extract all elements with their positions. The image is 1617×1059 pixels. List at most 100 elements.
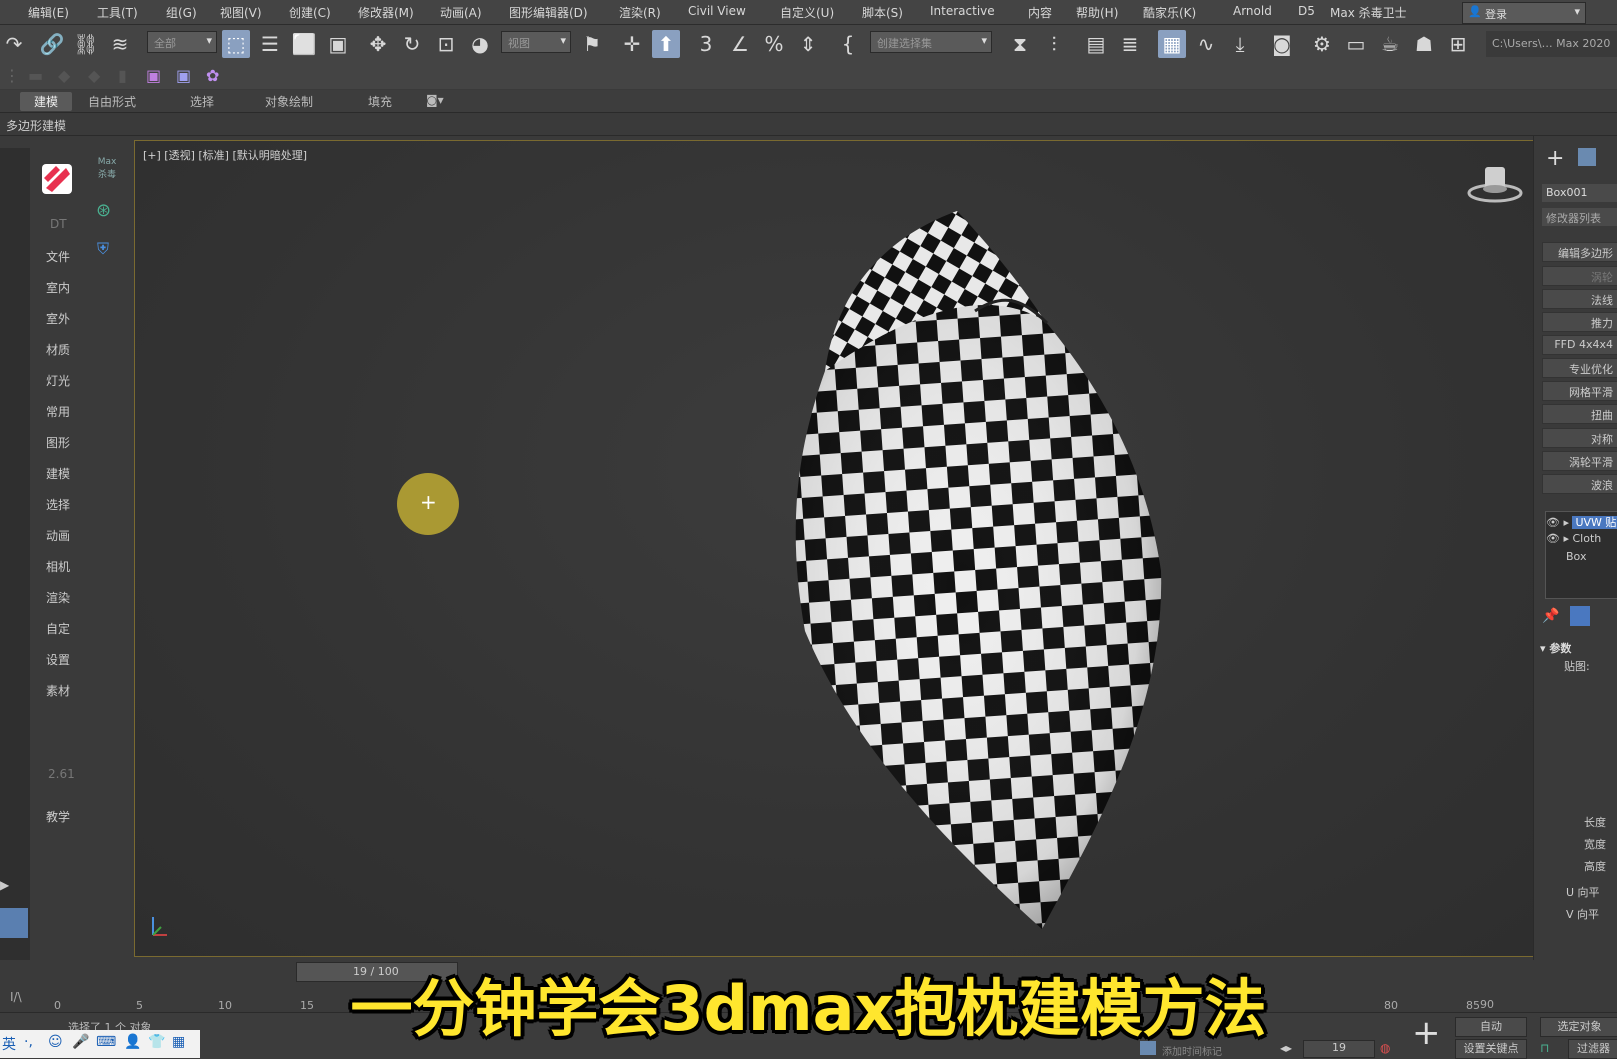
gear-icon[interactable]: ✿ — [206, 66, 219, 85]
stack-item-box[interactable]: Box — [1566, 550, 1586, 563]
placement-icon[interactable]: ◕ — [466, 30, 494, 58]
left-item-assets[interactable]: 素材 — [46, 682, 70, 699]
object-name-field[interactable]: Box001 — [1542, 184, 1617, 202]
reference-coord-dropdown[interactable]: 视图 ▾ — [501, 31, 571, 53]
unlink-icon[interactable]: ⛓ — [72, 30, 100, 58]
rollout-parameters[interactable]: ▾ 参数 — [1534, 640, 1617, 656]
menu-civil-view[interactable]: Civil View — [688, 4, 746, 18]
menu-kujiale[interactable]: 酷家乐(K) — [1143, 4, 1196, 21]
left-item-modeling[interactable]: 建模 — [46, 465, 70, 482]
selection-filter-dropdown[interactable]: 全部 ▾ — [147, 31, 217, 53]
select-by-name-icon[interactable]: ☰ — [256, 30, 284, 58]
modifier-button-pro-optimizer[interactable]: 专业优化 — [1542, 358, 1617, 378]
left-item-tutorial[interactable]: 教学 — [46, 808, 70, 825]
tab-selection[interactable]: 选择 — [190, 93, 214, 110]
pivot-center-icon[interactable]: ⚑ — [578, 30, 606, 58]
modifier-list-dropdown[interactable]: 修改器列表 — [1542, 208, 1617, 226]
modifier-button-ffd[interactable]: FFD 4x4x4 — [1542, 335, 1617, 355]
left-item-lights[interactable]: 灯光 — [46, 372, 70, 389]
tab-freeform[interactable]: 自由形式 — [88, 93, 136, 110]
plugin-icon-2[interactable]: ◆ — [58, 66, 70, 85]
menu-group[interactable]: 组(G) — [166, 4, 197, 21]
modifier-button-turbo[interactable]: 涡轮 — [1542, 266, 1617, 286]
align-icon[interactable]: ⫶ — [1040, 30, 1068, 58]
menu-edit[interactable]: 编辑(E) — [28, 4, 69, 21]
pillow-model[interactable] — [675, 191, 1235, 931]
scene-explorer-icon[interactable]: ▤ — [1082, 30, 1110, 58]
menu-animation[interactable]: 动画(A) — [440, 4, 482, 21]
left-item-selection[interactable]: 选择 — [46, 496, 70, 513]
script-icon-1[interactable]: ▣ — [146, 66, 161, 85]
select-manipulate-icon[interactable]: ✛ — [618, 30, 646, 58]
menu-create[interactable]: 创建(C) — [289, 4, 331, 21]
mirror-icon[interactable]: ⧗ — [1006, 30, 1034, 58]
ribbon-options-icon[interactable]: ◙▾ — [426, 93, 444, 107]
left-item-camera[interactable]: 相机 — [46, 558, 70, 575]
pin-stack-icon[interactable]: 📌 — [1542, 608, 1559, 624]
modifier-button-symmetry[interactable]: 对称 — [1542, 428, 1617, 448]
eye-icon[interactable]: 👁 — [1546, 516, 1560, 529]
polygon-modeling-label[interactable]: 多边形建模 — [6, 117, 66, 134]
left-item-custom[interactable]: 自定 — [46, 620, 70, 637]
left-item-exterior[interactable]: 室外 — [46, 310, 70, 327]
menu-graph-editors[interactable]: 图形编辑器(D) — [509, 4, 588, 21]
menu-help[interactable]: 帮助(H) — [1076, 4, 1118, 21]
menu-arnold[interactable]: Arnold — [1233, 4, 1272, 18]
menu-scripting[interactable]: 脚本(S) — [862, 4, 903, 21]
move-icon[interactable]: ✥ — [364, 30, 392, 58]
left-item-common[interactable]: 常用 — [46, 403, 70, 420]
modifier-button-turbosmooth[interactable]: 涡轮平滑 — [1542, 451, 1617, 471]
link-icon[interactable]: 🔗 — [38, 30, 66, 58]
left-item-settings[interactable]: 设置 — [46, 651, 70, 668]
shield-icon[interactable]: ⛨ — [97, 239, 109, 259]
render-setup-icon[interactable]: ⚙ — [1308, 30, 1336, 58]
menu-max-antivirus[interactable]: Max 杀毒卫士 — [1330, 4, 1407, 21]
show-end-result-icon[interactable] — [1570, 606, 1590, 626]
eye-icon[interactable]: 👁 — [1546, 532, 1560, 545]
spinner-snap-icon[interactable]: ⇕ — [794, 30, 822, 58]
modifier-button-edit-poly[interactable]: 编辑多边形 — [1542, 242, 1617, 262]
viewcube-icon[interactable] — [1465, 159, 1525, 209]
modifier-button-wave[interactable]: 波浪 — [1542, 474, 1617, 494]
menu-d5[interactable]: D5 — [1298, 4, 1315, 18]
render-iterative-icon[interactable]: ☗ — [1410, 30, 1438, 58]
modifier-button-push[interactable]: 推力 — [1542, 312, 1617, 332]
viewport-label[interactable]: [+] [透视] [标准] [默认明暗处理] — [143, 147, 307, 163]
menu-content[interactable]: 内容 — [1028, 4, 1052, 21]
refresh-icon[interactable]: ⊛ — [96, 200, 111, 221]
create-tab-icon[interactable]: + — [1546, 146, 1564, 171]
menu-interactive[interactable]: Interactive — [930, 4, 995, 18]
tab-modeling[interactable]: 建模 — [20, 92, 73, 111]
left-item-render[interactable]: 渲染 — [46, 589, 70, 606]
plugin-icon-4[interactable]: ▮ — [118, 66, 127, 85]
menu-view[interactable]: 视图(V) — [220, 4, 262, 21]
stack-item-cloth[interactable]: 👁 ▸ Cloth — [1546, 532, 1601, 545]
plugin-icon-1[interactable]: ▬ — [28, 66, 43, 85]
modifier-button-meshsmooth[interactable]: 网格平滑 — [1542, 381, 1617, 401]
left-item-shapes[interactable]: 图形 — [46, 434, 70, 451]
scale-icon[interactable]: ⊡ — [432, 30, 460, 58]
modifier-button-normal[interactable]: 法线 — [1542, 289, 1617, 309]
viewport-layout-icon[interactable]: ⊞ — [1444, 30, 1472, 58]
named-selection-set-dropdown[interactable]: 创建选择集 ▾ — [870, 31, 992, 53]
bind-spacewarp-icon[interactable]: ≋ — [106, 30, 134, 58]
menu-customize[interactable]: 自定义(U) — [780, 4, 834, 21]
tab-object-paint[interactable]: 对象绘制 — [265, 93, 313, 110]
tab-populate[interactable]: 填充 — [368, 93, 392, 110]
snap-toggle-icon[interactable]: 3 — [692, 30, 720, 58]
panel-tab[interactable] — [0, 908, 28, 938]
schematic-view-icon[interactable]: ⤓ — [1226, 30, 1254, 58]
edit-named-selection-icon[interactable]: { — [834, 30, 862, 58]
left-item-animation[interactable]: 动画 — [46, 527, 70, 544]
script-icon-2[interactable]: ▣ — [176, 66, 191, 85]
left-item-material[interactable]: 材质 — [46, 341, 70, 358]
rotate-icon[interactable]: ↻ — [398, 30, 426, 58]
plugin-icon-3[interactable]: ◆ — [88, 66, 100, 85]
angle-snap-icon[interactable]: ∠ — [726, 30, 754, 58]
ribbon-toggle-icon[interactable]: ▦ — [1158, 30, 1186, 58]
percent-snap-icon[interactable]: % — [760, 30, 788, 58]
modify-tab-icon[interactable] — [1578, 148, 1596, 166]
expand-arrow-icon[interactable]: ▶ — [0, 878, 9, 892]
menu-rendering[interactable]: 渲染(R) — [619, 4, 661, 21]
rendered-frame-window-icon[interactable]: ▭ — [1342, 30, 1370, 58]
